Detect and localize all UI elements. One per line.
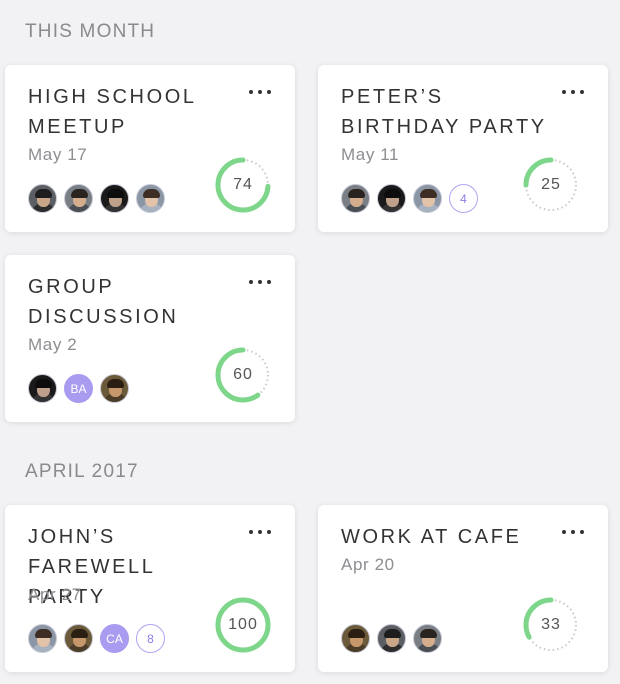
event-date: May 2: [28, 335, 78, 354]
user-avatar-icon[interactable]: [136, 184, 165, 213]
user-avatar-icon[interactable]: [100, 374, 129, 403]
user-avatar-icon[interactable]: [100, 184, 129, 213]
more-options-icon[interactable]: [562, 87, 584, 97]
user-avatar-icon[interactable]: [413, 624, 442, 653]
event-card-group-discussion[interactable]: GROUP DISCUSSION May 2 BA 60: [5, 255, 295, 422]
event-title: WORK AT CAFE: [341, 526, 522, 548]
more-attendees-count[interactable]: 8: [136, 624, 165, 653]
avatar-initials[interactable]: CA: [100, 624, 129, 653]
attendee-avatars: BA: [28, 374, 129, 403]
more-options-icon[interactable]: [562, 527, 584, 537]
user-avatar-icon[interactable]: [413, 184, 442, 213]
user-avatar-icon[interactable]: [64, 184, 93, 213]
user-avatar-icon[interactable]: [28, 184, 57, 213]
progress-ring: 33: [520, 594, 582, 656]
event-date: May 17: [28, 145, 88, 164]
event-title: PETER’S BIRTHDAY PARTY: [341, 86, 547, 138]
attendee-avatars: [28, 184, 165, 213]
event-date: Apr 27: [28, 585, 82, 604]
user-avatar-icon[interactable]: [377, 624, 406, 653]
event-date: May 11: [341, 145, 400, 164]
attendee-avatars: [341, 624, 442, 653]
more-options-icon[interactable]: [249, 277, 271, 287]
progress-ring: 74: [212, 154, 274, 216]
progress-ring: 25: [520, 154, 582, 216]
event-date: Apr 20: [341, 555, 395, 574]
progress-ring: 60: [212, 344, 274, 406]
user-avatar-icon[interactable]: [64, 624, 93, 653]
more-options-icon[interactable]: [249, 527, 271, 537]
section-title-this-month: THIS MONTH: [25, 21, 156, 42]
more-options-icon[interactable]: [249, 87, 271, 97]
progress-value: 74: [233, 176, 253, 193]
attendee-avatars: CA 8: [28, 624, 165, 653]
progress-value: 33: [541, 616, 561, 633]
section-title-april-2017: APRIL 2017: [25, 461, 139, 482]
event-title: HIGH SCHOOL MEETUP: [28, 86, 197, 138]
attendee-avatars: 4: [341, 184, 478, 213]
more-attendees-count[interactable]: 4: [449, 184, 478, 213]
progress-value: 60: [233, 366, 253, 383]
progress-value: 100: [228, 616, 258, 633]
user-avatar-icon[interactable]: [28, 374, 57, 403]
user-avatar-icon[interactable]: [341, 184, 370, 213]
event-card-high-school-meetup[interactable]: HIGH SCHOOL MEETUP May 17 74: [5, 65, 295, 232]
avatar-initials[interactable]: BA: [64, 374, 93, 403]
event-card-johns-farewell-party[interactable]: JOHN’S FAREWELL PARTY Apr 27 CA 8 100: [5, 505, 295, 672]
user-avatar-icon[interactable]: [341, 624, 370, 653]
event-card-peters-birthday-party[interactable]: PETER’S BIRTHDAY PARTY May 11 4 25: [318, 65, 608, 232]
user-avatar-icon[interactable]: [28, 624, 57, 653]
progress-value: 25: [541, 176, 561, 193]
event-title: GROUP DISCUSSION: [28, 276, 179, 328]
user-avatar-icon[interactable]: [377, 184, 406, 213]
progress-ring: 100: [212, 594, 274, 656]
event-card-work-at-cafe[interactable]: WORK AT CAFE Apr 20 33: [318, 505, 608, 672]
